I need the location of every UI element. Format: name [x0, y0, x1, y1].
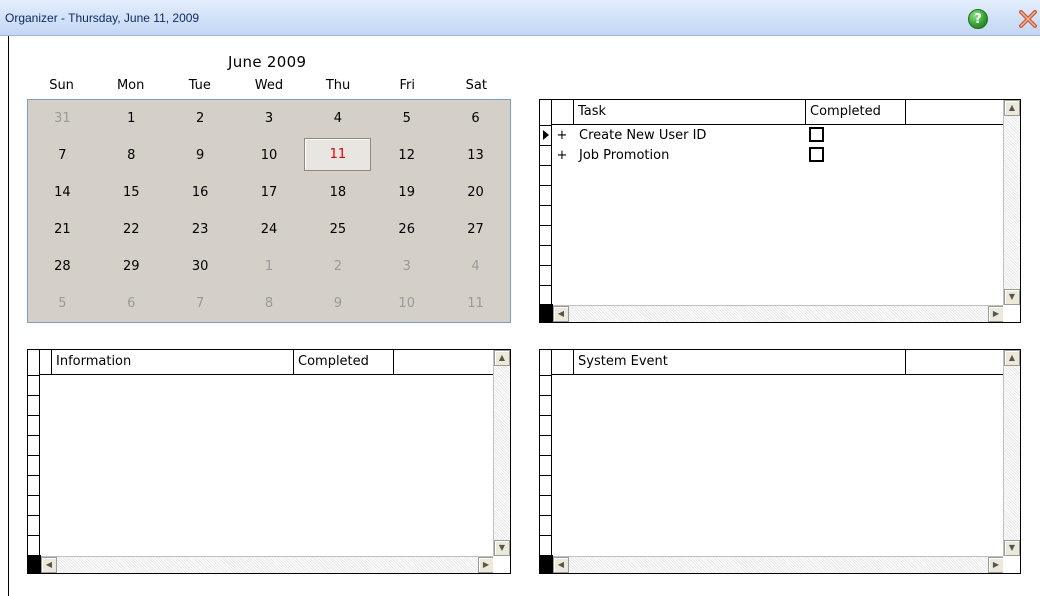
- calendar-day[interactable]: 1: [97, 100, 166, 137]
- column-header-completed[interactable]: Completed: [806, 100, 906, 125]
- window-left-border: [8, 36, 9, 596]
- calendar-day[interactable]: 12: [372, 137, 441, 174]
- calendar-day[interactable]: 22: [97, 211, 166, 248]
- scroll-right-icon[interactable]: ▶: [988, 306, 1004, 322]
- calendar-day[interactable]: 23: [166, 211, 235, 248]
- vertical-scrollbar[interactable]: ▲ ▼: [1003, 350, 1020, 556]
- scroll-left-icon[interactable]: ◀: [553, 306, 569, 322]
- horizontal-scrollbar[interactable]: ◀ ▶: [553, 305, 1004, 322]
- column-header-information[interactable]: Information: [52, 350, 294, 375]
- calendar-day[interactable]: 19: [372, 174, 441, 211]
- calendar-day[interactable]: 2: [303, 248, 372, 285]
- scroll-down-icon[interactable]: ▼: [1004, 540, 1020, 556]
- horizontal-scrollbar[interactable]: ◀ ▶: [41, 556, 494, 573]
- calendar-day[interactable]: 9: [303, 285, 372, 322]
- column-header-task[interactable]: Task: [574, 100, 806, 125]
- calendar-day[interactable]: 30: [166, 248, 235, 285]
- vertical-scrollbar[interactable]: ▲ ▼: [1003, 100, 1020, 305]
- calendar-day[interactable]: 27: [441, 211, 510, 248]
- calendar-day[interactable]: 6: [441, 100, 510, 137]
- calendar-weekday-header: Sun Mon Tue Wed Thu Fri Sat: [27, 78, 511, 98]
- scroll-down-icon[interactable]: ▼: [494, 540, 510, 556]
- calendar-day[interactable]: 16: [166, 174, 235, 211]
- calendar-day[interactable]: 24: [235, 211, 304, 248]
- scroll-right-icon[interactable]: ▶: [988, 557, 1004, 573]
- calendar-day[interactable]: 1: [235, 248, 304, 285]
- scroll-right-icon[interactable]: ▶: [478, 557, 494, 573]
- calendar-day[interactable]: 14: [28, 174, 97, 211]
- task-row[interactable]: + Create New User ID: [553, 126, 1005, 146]
- calendar-day[interactable]: 11: [441, 285, 510, 322]
- calendar-day-selected[interactable]: 11: [304, 138, 372, 171]
- calendar-day[interactable]: 6: [97, 285, 166, 322]
- weekday-label: Sat: [465, 78, 487, 93]
- expand-icon[interactable]: +: [556, 126, 568, 146]
- completed-checkbox[interactable]: [809, 147, 824, 162]
- task-row[interactable]: + Job Promotion: [553, 146, 1005, 166]
- expand-icon[interactable]: +: [556, 146, 568, 166]
- calendar-day[interactable]: 3: [372, 248, 441, 285]
- close-icon[interactable]: [1016, 8, 1040, 30]
- task-name: Create New User ID: [579, 128, 707, 143]
- calendar-day[interactable]: 9: [166, 137, 235, 174]
- calendar-day[interactable]: 7: [166, 285, 235, 322]
- task-grid-header: Task Completed: [552, 100, 1004, 125]
- calendar-day[interactable]: 25: [303, 211, 372, 248]
- calendar-day[interactable]: 4: [441, 248, 510, 285]
- weekday-label: Tue: [188, 78, 211, 93]
- weekday-label: Thu: [325, 78, 351, 93]
- calendar-day[interactable]: 26: [372, 211, 441, 248]
- calendar-day[interactable]: 15: [97, 174, 166, 211]
- weekday-label: Mon: [116, 78, 145, 93]
- weekday-label: Sun: [49, 78, 74, 93]
- vertical-scrollbar[interactable]: ▲ ▼: [493, 350, 510, 556]
- weekday-label: Wed: [254, 78, 284, 93]
- calendar-day[interactable]: 28: [28, 248, 97, 285]
- calendar-day[interactable]: 10: [372, 285, 441, 322]
- system-event-grid-header: System Event: [552, 350, 1004, 375]
- row-header-column: [540, 350, 553, 573]
- calendar-day[interactable]: 31: [28, 100, 97, 137]
- calendar-day[interactable]: 3: [235, 100, 304, 137]
- weekday-label: Fri: [399, 78, 415, 93]
- help-icon[interactable]: ?: [968, 9, 988, 29]
- calendar-day[interactable]: 2: [166, 100, 235, 137]
- scroll-up-icon[interactable]: ▲: [1004, 350, 1020, 366]
- calendar-day[interactable]: 5: [28, 285, 97, 322]
- scroll-up-icon[interactable]: ▲: [1004, 100, 1020, 116]
- information-grid-header: Information Completed: [40, 350, 494, 375]
- window-title: Organizer - Thursday, June 11, 2009: [5, 11, 200, 25]
- scroll-down-icon[interactable]: ▼: [1004, 289, 1020, 305]
- current-row-pointer-icon: [543, 130, 549, 140]
- column-header-system-event[interactable]: System Event: [574, 350, 906, 375]
- calendar-day[interactable]: 20: [441, 174, 510, 211]
- calendar-day[interactable]: 5: [372, 100, 441, 137]
- task-grid[interactable]: Task Completed + Create New User ID + Jo…: [539, 99, 1021, 323]
- calendar-day[interactable]: 8: [235, 285, 304, 322]
- scroll-left-icon[interactable]: ◀: [41, 557, 57, 573]
- horizontal-scrollbar[interactable]: ◀ ▶: [553, 556, 1004, 573]
- calendar-day[interactable]: 8: [97, 137, 166, 174]
- calendar-day[interactable]: 21: [28, 211, 97, 248]
- completed-checkbox[interactable]: [809, 127, 824, 142]
- calendar-month-title: June 2009: [228, 53, 307, 71]
- scroll-up-icon[interactable]: ▲: [494, 350, 510, 366]
- information-grid[interactable]: Information Completed ▲ ▼ ◀ ▶: [27, 349, 511, 574]
- scroll-left-icon[interactable]: ◀: [553, 557, 569, 573]
- window-titlebar: Organizer - Thursday, June 11, 2009 ?: [0, 0, 1040, 36]
- calendar-day[interactable]: 4: [303, 100, 372, 137]
- column-header-completed[interactable]: Completed: [294, 350, 394, 375]
- calendar-day[interactable]: 10: [235, 137, 304, 174]
- calendar-day[interactable]: 13: [441, 137, 510, 174]
- calendar-day[interactable]: 18: [303, 174, 372, 211]
- calendar-day[interactable]: 17: [235, 174, 304, 211]
- calendar-grid[interactable]: 31 1 2 3 4 5 6 7 8 9 10 11 12 13 14 15 16 17 18 19 20 21 22 23 2…: [27, 99, 511, 323]
- system-event-grid[interactable]: System Event ▲ ▼ ◀ ▶: [539, 349, 1021, 574]
- row-header-column: [28, 350, 41, 573]
- calendar-day[interactable]: 7: [28, 137, 97, 174]
- task-name: Job Promotion: [579, 148, 670, 163]
- calendar-day[interactable]: 29: [97, 248, 166, 285]
